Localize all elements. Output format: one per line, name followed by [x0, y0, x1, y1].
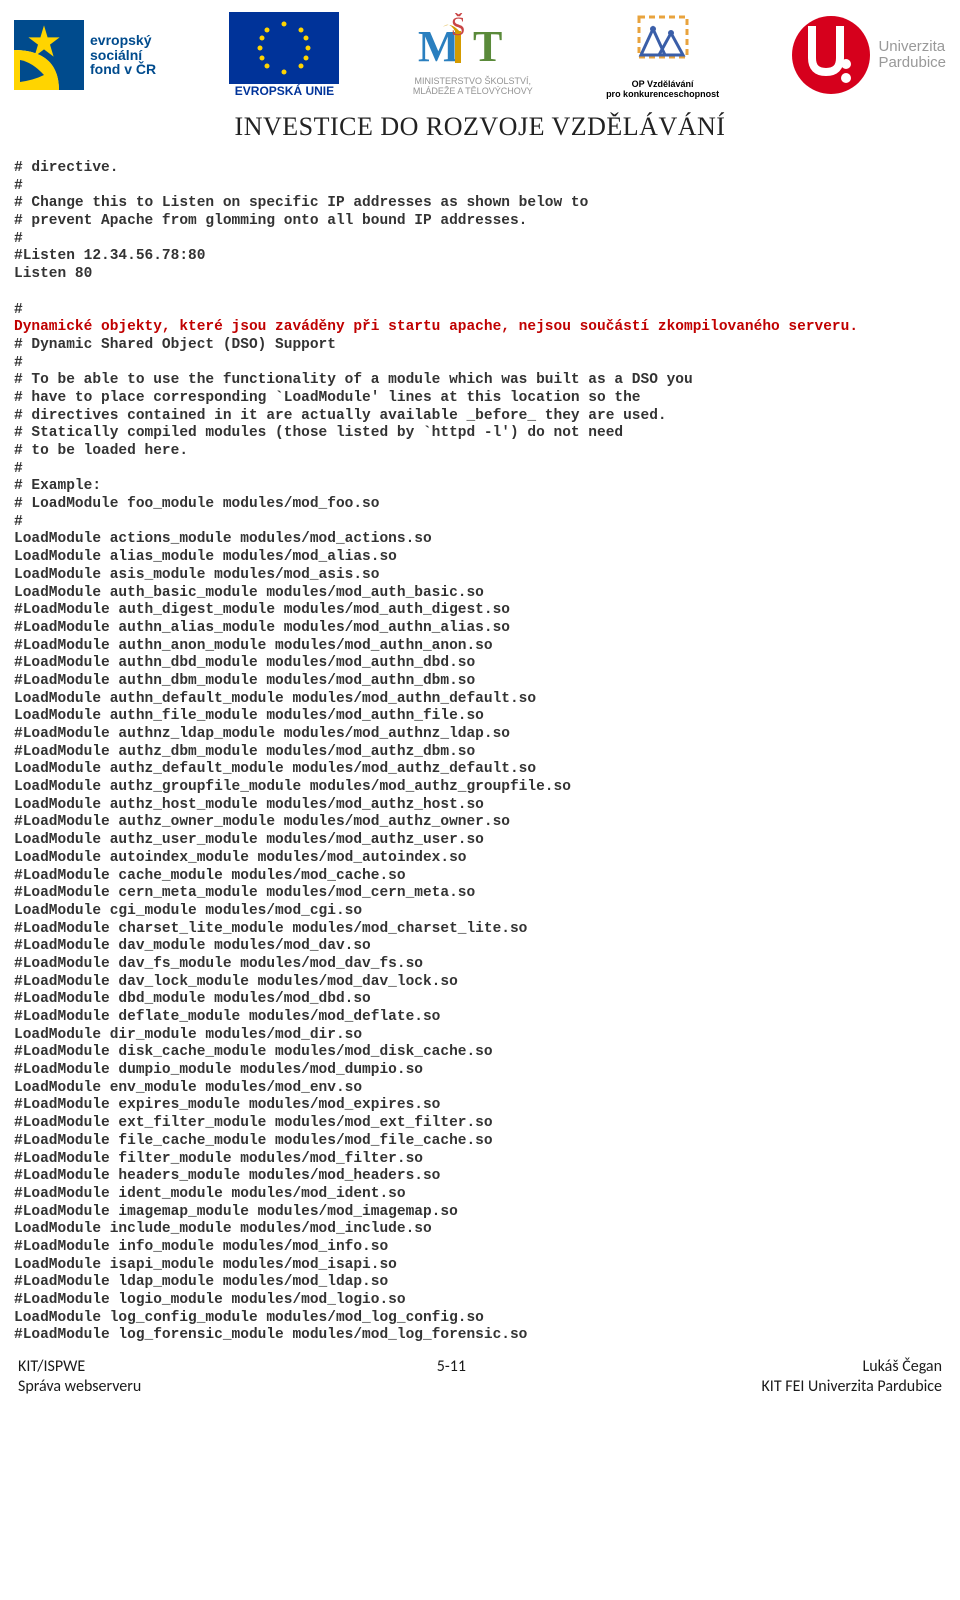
code-part1: # directive. # # Change this to Listen o… [14, 160, 588, 318]
footer-left: KIT/ISPWE Správa webserveru [18, 1357, 141, 1397]
upce-icon [792, 16, 870, 94]
footer-right-2: KIT FEI Univerzita Pardubice [761, 1377, 942, 1397]
footer-right-1: Lukáš Čegan [761, 1357, 942, 1377]
upce-line2: Pardubice [878, 55, 946, 72]
esf-icon [14, 20, 84, 90]
eu-block: EVROPSKÁ UNIE [229, 12, 339, 98]
msmt-label: MINISTERSTVO ŠKOLSTVÍ, MLÁDEŽE A TĚLOVÝC… [413, 77, 533, 97]
footer-right: Lukáš Čegan KIT FEI Univerzita Pardubice [761, 1357, 942, 1397]
svg-text:T: T [473, 22, 502, 71]
page-number: 5-11 [437, 1357, 466, 1377]
upce-block: Univerzita Pardubice [792, 16, 946, 94]
code-highlight: Dynamické objekty, které jsou zaváděny p… [14, 319, 858, 335]
op-label: OP Vzdělávání pro konkurenceschopnost [606, 80, 719, 100]
eu-flag-icon [229, 12, 339, 84]
eu-label: EVROPSKÁ UNIE [229, 84, 339, 98]
op-line2: pro konkurenceschopnost [606, 90, 719, 100]
page-footer: KIT/ISPWE Správa webserveru 5-11 Lukáš Č… [0, 1355, 960, 1411]
footer-left-2: Správa webserveru [18, 1377, 141, 1397]
op-icon [629, 11, 697, 71]
esf-label: evropský sociální fond v ČR [90, 33, 156, 77]
op-block: OP Vzdělávání pro konkurenceschopnost [606, 11, 719, 100]
upce-label: Univerzita Pardubice [878, 39, 946, 72]
banner-title: INVESTICE DO ROZVOJE VZDĚLÁVÁNÍ [0, 112, 960, 142]
footer-center: 5-11 [437, 1357, 466, 1397]
upce-line1: Univerzita [878, 39, 946, 56]
esf-block: evropský sociální fond v ČR [14, 20, 156, 90]
msmt-icon: M T Š [413, 13, 503, 73]
msmt-line2: MLÁDEŽE A TĚLOVÝCHOVY [413, 87, 533, 97]
svg-text:Š: Š [451, 13, 465, 41]
esf-line3: fond v ČR [90, 62, 156, 77]
code-part2: # Dynamic Shared Object (DSO) Support # … [14, 337, 693, 1344]
msmt-block: M T Š MINISTERSTVO ŠKOLSTVÍ, MLÁDEŽE A T… [413, 13, 533, 97]
esf-line1: evropský [90, 33, 156, 48]
footer-left-1: KIT/ISPWE [18, 1357, 141, 1377]
code-block: # directive. # # Change this to Listen o… [0, 160, 960, 1355]
logo-row: evropský sociální fond v ČR EVROPSKÁ UNI… [0, 0, 960, 100]
